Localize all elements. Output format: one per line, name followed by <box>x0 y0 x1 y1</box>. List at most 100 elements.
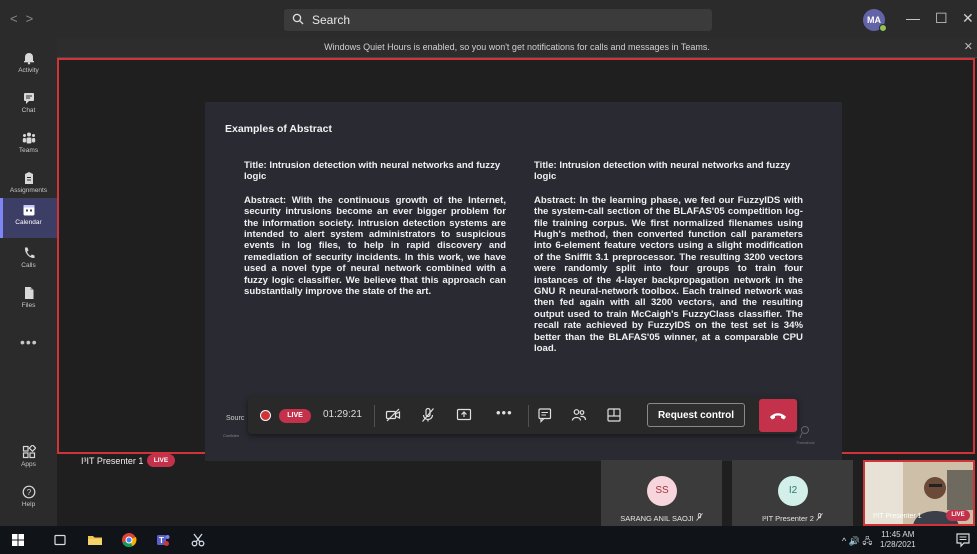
camera-off-button[interactable] <box>385 407 401 423</box>
search-input[interactable]: Search <box>284 9 712 31</box>
svg-text:T: T <box>159 536 164 545</box>
left-abstract: Abstract: With the continuous growth of … <box>244 194 506 298</box>
close-window-button[interactable]: ✕ <box>962 10 974 27</box>
file-icon <box>24 287 33 299</box>
leave-call-button[interactable] <box>759 399 797 432</box>
rail-label: Assignments <box>9 187 48 194</box>
snipping-tool-icon[interactable] <box>190 532 206 548</box>
title-bar: <> Search MA — ☐ ✕ <box>0 0 977 38</box>
camera-live-badge: LIVE <box>946 510 970 521</box>
search-placeholder: Search <box>312 13 351 27</box>
participant-tile-2[interactable]: I2 I²IT Presenter 2 <box>732 460 853 526</box>
chat-toggle-button[interactable] <box>537 407 553 423</box>
request-control-button[interactable]: Request control <box>647 403 745 427</box>
rail-label: Calendar <box>15 219 42 226</box>
mic-off-icon <box>816 513 823 521</box>
live-indicator: LIVE <box>279 409 311 423</box>
participants-button[interactable] <box>571 407 587 423</box>
slide-watermark: Threatlock <box>796 425 815 445</box>
rail-item-activity[interactable]: Activity <box>0 46 57 86</box>
slide-left-column: Title: Intrusion detection with neural n… <box>244 160 506 297</box>
breakout-rooms-button[interactable] <box>606 407 622 423</box>
participant-tile-1[interactable]: SS SARANG ANIL SAOJI <box>601 460 722 526</box>
rail-label: Chat <box>21 107 36 114</box>
camera-presenter-name: I³IT Presenter 1 <box>873 513 922 520</box>
rail-item-calendar[interactable]: Calendar <box>0 198 57 238</box>
slide-right-column: Title: Intrusion detection with neural n… <box>534 160 803 355</box>
rail-item-help[interactable]: ? Help <box>0 480 57 520</box>
rail-label: Help <box>21 501 36 508</box>
system-tray[interactable]: ^ 🔊 🖧 <box>842 534 872 550</box>
more-actions-button[interactable]: ••• <box>496 405 513 420</box>
more-apps-button[interactable]: ••• <box>20 334 38 350</box>
mic-off-icon <box>695 513 703 521</box>
watermark-text: Threatlock <box>796 440 815 445</box>
rail-item-calls[interactable]: Calls <box>0 241 57 281</box>
clock-time: 11:45 AM <box>881 530 915 539</box>
quiet-hours-banner: Windows Quiet Hours is enabled, so you w… <box>57 38 977 58</box>
rail-label: Files <box>21 302 36 309</box>
maximize-button[interactable]: ☐ <box>935 10 948 27</box>
phone-icon <box>24 247 34 259</box>
share-screen-button[interactable] <box>456 407 472 423</box>
hang-up-icon <box>770 413 786 420</box>
presence-status-icon <box>879 24 887 32</box>
teams-taskbar-icon[interactable]: T <box>155 532 171 548</box>
meeting-stage: Windows Quiet Hours is enabled, so you w… <box>57 38 977 526</box>
svg-text:?: ? <box>26 488 31 497</box>
participant-name: I²IT Presenter 2 <box>732 513 853 523</box>
forward-button[interactable]: > <box>26 11 42 26</box>
right-abstract: Abstract: In the learning phase, we fed … <box>534 194 803 355</box>
meeting-control-bar: LIVE 01:29:21 ••• Request control <box>248 397 798 434</box>
rail-label: Calls <box>21 262 36 269</box>
slide-source: Sourc <box>226 415 245 422</box>
close-banner-button[interactable]: ✕ <box>964 38 973 57</box>
avatar-initials: I2 <box>788 485 798 496</box>
taskbar-clock[interactable]: 11:45 AM 1/28/2021 <box>880 530 916 550</box>
task-view-icon[interactable] <box>52 532 68 548</box>
calendar-icon <box>23 205 34 216</box>
rail-item-apps[interactable]: Apps <box>0 440 57 480</box>
history-nav: <> <box>10 11 41 26</box>
recording-icon <box>260 410 271 421</box>
app-rail: Activity Chat Teams Assignments Calendar… <box>0 38 57 526</box>
presenter-live-badge: LIVE <box>147 454 175 467</box>
windows-taskbar: T ^ 🔊 🖧 11:45 AM 1/28/2021 <box>0 526 977 554</box>
clock-date: 1/28/2021 <box>880 540 916 549</box>
left-title: Title: Intrusion detection with neural n… <box>244 160 501 183</box>
participant-avatar: I2 <box>778 476 808 506</box>
banner-text: Windows Quiet Hours is enabled, so you w… <box>324 42 710 52</box>
rail-label: Activity <box>18 67 39 74</box>
chat-icon <box>23 93 34 104</box>
windows-start-icon[interactable] <box>10 532 26 548</box>
bell-icon <box>23 53 34 65</box>
shared-screen-frame: Examples of Abstract Title: Intrusion de… <box>57 58 975 467</box>
file-explorer-icon[interactable] <box>87 532 103 548</box>
rail-label: Teams <box>18 147 39 154</box>
watermark-logo-icon <box>799 426 810 439</box>
apps-icon <box>22 445 36 459</box>
slide-heading: Examples of Abstract <box>225 123 332 135</box>
rail-item-chat[interactable]: Chat <box>0 86 57 126</box>
assignments-icon <box>24 172 33 184</box>
notification-center-icon[interactable] <box>955 532 971 548</box>
participant-name-text: SARANG ANIL SAOJI <box>620 514 694 523</box>
back-button[interactable]: < <box>10 11 26 26</box>
participant-name: SARANG ANIL SAOJI <box>601 513 722 523</box>
participant-avatar: SS <box>647 476 677 506</box>
help-icon: ? <box>22 485 35 499</box>
meeting-timer: 01:29:21 <box>323 409 362 420</box>
rail-item-teams[interactable]: Teams <box>0 126 57 166</box>
divider <box>528 405 529 427</box>
presenter-name: I³IT Presenter 1 <box>81 456 144 466</box>
right-title: Title: Intrusion detection with neural n… <box>534 160 791 183</box>
presenter-camera-tile[interactable]: I³IT Presenter 1 LIVE <box>863 460 975 526</box>
slide-confidential: Confiden <box>223 433 240 438</box>
participant-name-text: I²IT Presenter 2 <box>761 514 814 523</box>
teams-icon <box>22 132 35 144</box>
avatar-initials: SS <box>655 485 669 496</box>
rail-item-files[interactable]: Files <box>0 281 57 321</box>
minimize-button[interactable]: — <box>906 10 920 26</box>
chrome-icon[interactable] <box>121 532 137 548</box>
mic-off-button[interactable] <box>420 407 436 423</box>
